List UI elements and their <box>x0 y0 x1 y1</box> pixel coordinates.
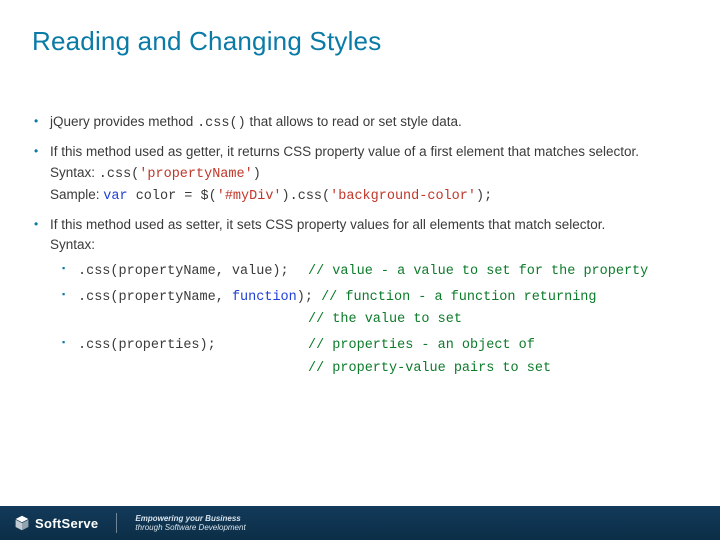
code: ) <box>253 167 261 182</box>
code-comment: // function - a function returning <box>321 290 596 305</box>
bullet-item: If this method used as getter, it return… <box>32 142 680 207</box>
text: If this method used as setter, it sets C… <box>50 217 605 232</box>
code: .css( <box>99 167 140 182</box>
footer-divider <box>116 513 117 533</box>
text: If this method used as getter, it return… <box>50 144 639 159</box>
text: Syntax: <box>50 237 95 252</box>
sub-bullet-item: .css(propertyName, function); // functio… <box>62 286 680 331</box>
code-keyword: var <box>103 189 127 204</box>
sub-bullet-list: .css(propertyName, value);// value - a v… <box>62 260 680 379</box>
text: Sample: <box>50 187 103 202</box>
footer-bar: SoftServe Empowering your Business throu… <box>0 506 720 540</box>
sub-bullet-item: .css(propertyName, value);// value - a v… <box>62 260 680 282</box>
code-comment: // value - a value to set for the proper… <box>308 264 648 279</box>
spacer <box>78 310 308 330</box>
logo: SoftServe <box>14 515 98 531</box>
bullet-item: jQuery provides method .css() that allow… <box>32 112 680 134</box>
brand-text: SoftServe <box>35 516 98 531</box>
bullet-item: If this method used as setter, it sets C… <box>32 215 680 379</box>
footer-tagline: Empowering your Business through Softwar… <box>135 514 245 532</box>
code-comment: // property-value pairs to set <box>308 361 551 376</box>
code: color = $( <box>128 189 217 204</box>
code: .css() <box>197 116 246 131</box>
tagline-1: Empowering your Business <box>135 514 245 523</box>
sub-bullet-item: .css(properties);// properties - an obje… <box>62 334 680 379</box>
text: Syntax: <box>50 165 99 180</box>
code: ); <box>476 189 492 204</box>
text: jQuery provides method <box>50 114 197 129</box>
code-keyword: function <box>232 290 297 305</box>
code: ).css( <box>282 189 331 204</box>
slide: Reading and Changing Styles jQuery provi… <box>0 0 720 540</box>
code-string: '#myDiv' <box>217 189 282 204</box>
code-comment: // the value to set <box>308 312 462 327</box>
code: .css(propertyName, value); <box>78 264 308 279</box>
code-string: 'background-color' <box>330 189 476 204</box>
slide-title: Reading and Changing Styles <box>32 26 381 57</box>
tagline-2: through Software Development <box>135 523 245 532</box>
code-comment: // properties - an object of <box>308 338 535 353</box>
text: that allows to read or set style data. <box>246 114 462 129</box>
spacer <box>78 359 308 379</box>
slide-content: jQuery provides method .css() that allow… <box>32 112 680 387</box>
code: ); <box>297 290 321 305</box>
cube-icon <box>14 515 30 531</box>
bullet-list: jQuery provides method .css() that allow… <box>32 112 680 379</box>
code-string: 'propertyName' <box>139 167 252 182</box>
code: .css(propertyName, <box>78 290 232 305</box>
code: .css(properties); <box>78 338 308 353</box>
